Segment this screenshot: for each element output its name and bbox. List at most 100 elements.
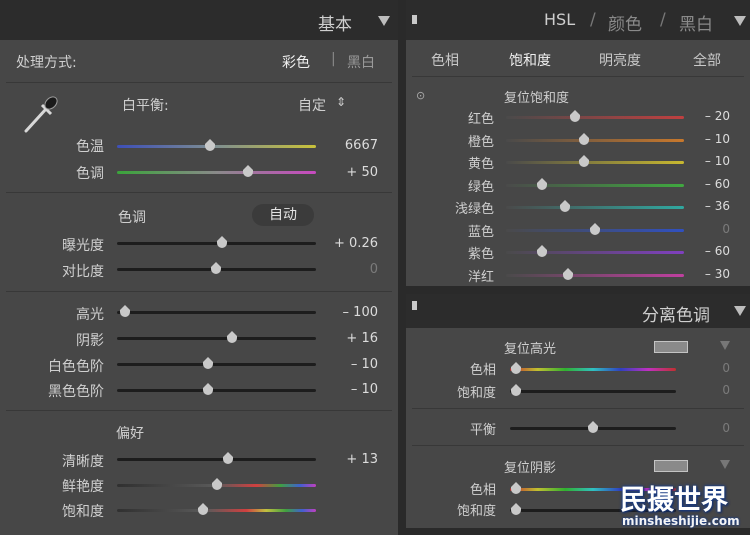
presence-section-title: 偏好 [116,426,144,442]
target-adjust-icon[interactable]: ⊙ [416,89,425,102]
hsl-row-value[interactable]: – 30 [690,267,730,281]
temp-value[interactable]: 6667 [318,138,378,153]
saturation-label: 饱和度 [62,504,104,520]
bw-tab-title[interactable]: 黑白 [679,10,713,35]
tint-slider[interactable] [117,165,316,177]
vibrance-slider[interactable] [117,478,316,490]
auto-tone-button[interactable]: 自动 [252,204,314,226]
collapse-triangle-icon[interactable] [720,460,730,469]
tone-section-title: 色调 [118,210,146,226]
reset-saturation-label[interactable]: 复位饱和度 [504,87,569,106]
shadow-color-swatch[interactable] [654,460,688,472]
hsl-row-slider[interactable] [506,245,684,257]
basic-title: 基本 [318,15,352,35]
exposure-value[interactable]: + 0.26 [318,236,378,251]
split-tone-title: 分离色调 [642,306,710,326]
sh-sat-label: 饱和度 [456,504,496,519]
highlight-color-swatch[interactable] [654,341,688,353]
white-balance-value[interactable]: 自定 [298,95,326,115]
hsl-row-label: 红色 [467,112,494,127]
hsl-row-value[interactable]: – 36 [690,199,730,213]
contrast-slider[interactable] [117,262,316,274]
vibrance-label: 鲜艳度 [62,479,104,495]
blacks-label: 黑色色阶 [48,384,104,400]
hsl-row-label: 黄色 [467,157,494,172]
title-separator: / [590,10,596,30]
collapse-triangle-icon[interactable] [734,306,746,316]
wb-eyedropper-icon[interactable] [20,95,60,137]
hl-hue-value[interactable]: 0 [696,361,730,375]
tab-saturation[interactable]: 饱和度 [500,50,560,70]
white-balance-arrows-icon[interactable]: ⇕ [336,95,346,109]
hl-sat-value[interactable]: 0 [696,383,730,397]
divider [6,410,392,411]
highlights-label: 高光 [76,307,104,323]
reset-shadows-label[interactable]: 复位阴影 [504,457,556,476]
watermark-logo-text: 民摄世界 [620,485,728,516]
split-tone-header[interactable]: 分离色调 [406,294,750,328]
balance-slider[interactable] [510,421,676,433]
title-separator: / [660,10,666,30]
reset-highlights-label[interactable]: 复位高光 [504,338,556,357]
highlights-value[interactable]: – 100 [318,305,378,320]
clarity-label: 清晰度 [62,454,104,470]
hsl-row-slider[interactable] [506,200,684,212]
exposure-slider[interactable] [117,236,316,248]
divider [412,76,744,77]
hsl-row-value[interactable]: – 20 [690,109,730,123]
treatment-separator: | [331,51,336,67]
highlights-slider[interactable] [117,305,316,317]
watermark-logo: 民摄世界 minsheshijie.com [618,478,746,532]
hsl-row-slider[interactable] [506,223,684,235]
treatment-label: 处理方式: [16,55,77,71]
clarity-slider[interactable] [117,452,316,464]
divider [412,408,744,409]
hsl-row-value[interactable]: – 60 [690,244,730,258]
treatment-bw-option[interactable]: 黑白 [347,52,375,72]
hsl-row-slider[interactable] [506,110,684,122]
divider [6,291,392,292]
saturation-slider[interactable] [117,503,316,515]
blacks-value[interactable]: – 10 [318,382,378,397]
hl-hue-slider[interactable] [510,362,676,374]
basic-header[interactable]: 基本 [0,0,398,40]
clarity-value[interactable]: + 13 [318,452,378,467]
hl-sat-slider[interactable] [510,384,676,396]
hsl-row-value[interactable]: – 10 [690,154,730,168]
contrast-value[interactable]: 0 [318,262,378,277]
collapse-triangle-icon[interactable] [734,16,746,26]
balance-label: 平衡 [469,423,496,438]
panel-switch-icon[interactable] [412,301,417,310]
hsl-panel: 色相 饱和度 明亮度 全部 ⊙ 复位饱和度 红色 – 20 橙色 – 10 黄色 – 10… [406,40,750,286]
balance-value[interactable]: 0 [696,421,730,435]
shadows-slider[interactable] [117,331,316,343]
tab-luminance[interactable]: 明亮度 [590,50,650,70]
hsl-row-slider[interactable] [506,178,684,190]
tab-all[interactable]: 全部 [682,50,732,70]
color-tab-title[interactable]: 颜色 [608,10,642,35]
collapse-triangle-icon[interactable] [378,16,390,26]
hsl-row-label: 绿色 [467,180,494,195]
hsl-row-slider[interactable] [506,133,684,145]
hsl-row-slider[interactable] [506,268,684,280]
hsl-header[interactable]: HSL / 颜色 / 黑白 [406,0,750,40]
hsl-row-value[interactable]: – 60 [690,177,730,191]
whites-slider[interactable] [117,357,316,369]
blacks-slider[interactable] [117,383,316,395]
panel-switch-icon[interactable] [412,15,417,24]
tab-hue[interactable]: 色相 [420,50,470,70]
treatment-color-option[interactable]: 彩色 [282,52,310,72]
hsl-row-slider[interactable] [506,155,684,167]
hsl-row-value[interactable]: – 10 [690,132,730,146]
divider [6,82,392,83]
shadows-value[interactable]: + 16 [318,331,378,346]
hsl-tab-title[interactable]: HSL [544,10,575,29]
hsl-row-value[interactable]: 0 [690,222,730,236]
whites-value[interactable]: – 10 [318,357,378,372]
divider [6,192,392,193]
collapse-triangle-icon[interactable] [720,341,730,350]
temp-slider[interactable] [117,139,316,151]
hsl-row-label: 蓝色 [467,225,494,240]
hsl-row-label: 橙色 [467,135,494,150]
tint-value[interactable]: + 50 [318,165,378,180]
